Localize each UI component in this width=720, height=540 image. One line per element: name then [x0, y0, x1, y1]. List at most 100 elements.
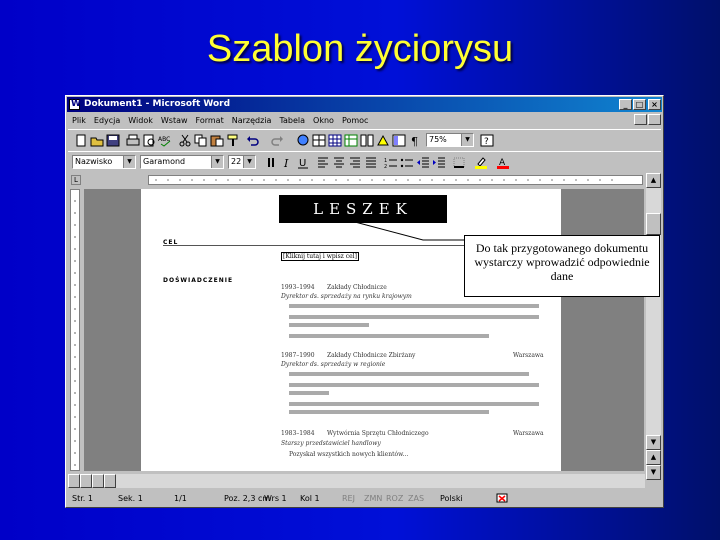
scroll-up-icon[interactable]: ▲	[646, 173, 661, 188]
help-icon[interactable]: ?	[480, 134, 494, 147]
scroll-thumb[interactable]	[646, 213, 661, 235]
svg-text:?: ?	[484, 137, 489, 147]
columns-icon[interactable]	[360, 134, 374, 147]
document-area[interactable]: LESZEK DUMICZ CEL [Kliknij tutaj i wpisz…	[84, 189, 644, 471]
web-layout-icon[interactable]	[80, 474, 92, 488]
tables-borders-icon[interactable]	[312, 134, 326, 147]
new-document-icon[interactable]	[74, 134, 88, 147]
menu-view[interactable]: Widok	[124, 113, 157, 128]
scroll-down-icon[interactable]: ▼	[646, 435, 661, 450]
bullet-line	[289, 383, 539, 387]
align-left-icon[interactable]	[316, 156, 330, 169]
style-select[interactable]: Nazwisko ▼	[72, 155, 136, 169]
menu-insert[interactable]: Wstaw	[157, 113, 192, 128]
align-right-icon[interactable]	[348, 156, 362, 169]
window-title: Dokument1 - Microsoft Word	[84, 99, 231, 109]
border-icon[interactable]	[452, 156, 466, 169]
tab-stop-icon[interactable]: L	[71, 175, 81, 185]
status-page: Str. 1	[72, 494, 93, 503]
bullet-line: Pozyskał wszystkich nowych klientów...	[289, 451, 409, 458]
entry-role: Dyrektor ds. sprzedaży na rynku krajowym	[281, 293, 412, 300]
menu-file[interactable]: Plik	[68, 113, 90, 128]
status-ext[interactable]: ROZ	[386, 491, 403, 506]
zoom-select[interactable]: 75% ▼	[426, 133, 474, 147]
italic-icon[interactable]: I	[280, 156, 294, 169]
status-section: Sek. 1	[118, 494, 143, 503]
numbering-icon[interactable]: 12	[384, 156, 398, 169]
bold-icon[interactable]	[264, 156, 278, 169]
highlight-icon[interactable]	[474, 156, 488, 169]
bullets-icon[interactable]	[400, 156, 414, 169]
normal-view-icon[interactable]	[68, 474, 80, 488]
copy-icon[interactable]	[194, 134, 208, 147]
font-color-icon[interactable]: A	[496, 156, 510, 169]
chevron-down-icon[interactable]: ▼	[211, 156, 223, 168]
status-pages: 1/1	[174, 494, 187, 503]
entry-years: 1983–1984	[281, 430, 315, 437]
menu-table[interactable]: Tabela	[275, 113, 309, 128]
save-icon[interactable]	[106, 134, 120, 147]
slide-title: Szablon życiorysu	[206, 28, 514, 70]
word-app-icon[interactable]	[69, 97, 81, 112]
chevron-down-icon[interactable]: ▼	[123, 156, 135, 168]
status-column: Kol 1	[300, 494, 320, 503]
paste-icon[interactable]	[210, 134, 224, 147]
horizontal-ruler[interactable]: L	[68, 173, 661, 187]
format-painter-icon[interactable]	[226, 134, 240, 147]
menu-edit[interactable]: Edycja	[90, 113, 124, 128]
maximize-button[interactable]: □	[633, 99, 646, 110]
increase-indent-icon[interactable]	[432, 156, 446, 169]
insert-table-icon[interactable]	[328, 134, 342, 147]
chevron-down-icon[interactable]: ▼	[461, 134, 473, 146]
menu-window[interactable]: Okno	[309, 113, 338, 128]
entry-company: Zakłady Chłodnicze Zbirżany	[327, 352, 416, 359]
print-icon[interactable]	[126, 134, 140, 147]
undo-icon[interactable]	[246, 134, 260, 147]
font-select[interactable]: Garamond ▼	[140, 155, 224, 169]
vertical-scrollbar[interactable]: ▲ ▼ ▲ ▼	[646, 173, 661, 480]
underline-icon[interactable]: U	[296, 156, 310, 169]
goal-placeholder-field[interactable]: [Kliknij tutaj i wpisz cel]	[281, 252, 359, 261]
status-language[interactable]: Polski	[440, 491, 463, 506]
svg-text:U: U	[299, 158, 306, 169]
previous-page-icon[interactable]: ▲	[646, 450, 661, 465]
status-ovr[interactable]: ZAS	[408, 491, 424, 506]
next-page-icon[interactable]: ▼	[646, 465, 661, 480]
menu-help[interactable]: Pomoc	[338, 113, 373, 128]
print-layout-icon[interactable]	[92, 474, 104, 488]
entry-years: 1987–1990	[281, 352, 315, 359]
spelling-status-icon[interactable]	[496, 493, 510, 504]
show-hide-icon[interactable]: ¶	[408, 134, 422, 147]
document-page[interactable]: LESZEK DUMICZ CEL [Kliknij tutaj i wpisz…	[141, 189, 561, 471]
decrease-indent-icon[interactable]	[416, 156, 430, 169]
entry-years: 1993–1994	[281, 284, 315, 291]
title-bar[interactable]: Dokument1 - Microsoft Word _ □ ×	[67, 97, 662, 112]
font-size-select[interactable]: 22 ▼	[228, 155, 256, 169]
vertical-ruler[interactable]	[68, 189, 82, 471]
minimize-button[interactable]: _	[619, 99, 632, 110]
align-center-icon[interactable]	[332, 156, 346, 169]
print-preview-icon[interactable]	[142, 134, 156, 147]
bullet-line	[289, 304, 539, 308]
close-button[interactable]: ×	[648, 99, 661, 110]
doc-close-button[interactable]	[648, 114, 661, 125]
open-folder-icon[interactable]	[90, 134, 104, 147]
spelling-icon[interactable]: ABC	[158, 134, 172, 147]
redo-icon[interactable]	[270, 134, 284, 147]
menu-format[interactable]: Format	[192, 113, 228, 128]
outline-view-icon[interactable]	[104, 474, 116, 488]
status-trk[interactable]: ZMN	[364, 491, 382, 506]
drawing-icon[interactable]	[376, 134, 390, 147]
resume-name[interactable]: LESZEK DUMICZ	[279, 195, 447, 246]
formatting-toolbar: Nazwisko ▼ Garamond ▼ 22 ▼ I U 12 A	[68, 151, 661, 174]
justify-icon[interactable]	[364, 156, 378, 169]
horizontal-scrollbar[interactable]	[68, 474, 645, 488]
hyperlink-icon[interactable]	[296, 134, 310, 147]
insert-excel-icon[interactable]	[344, 134, 358, 147]
document-map-icon[interactable]	[392, 134, 406, 147]
menu-tools[interactable]: Narzędzia	[228, 113, 276, 128]
doc-restore-button[interactable]	[634, 114, 647, 125]
chevron-down-icon[interactable]: ▼	[243, 156, 255, 168]
cut-icon[interactable]	[178, 134, 192, 147]
status-rec[interactable]: REJ	[342, 491, 355, 506]
